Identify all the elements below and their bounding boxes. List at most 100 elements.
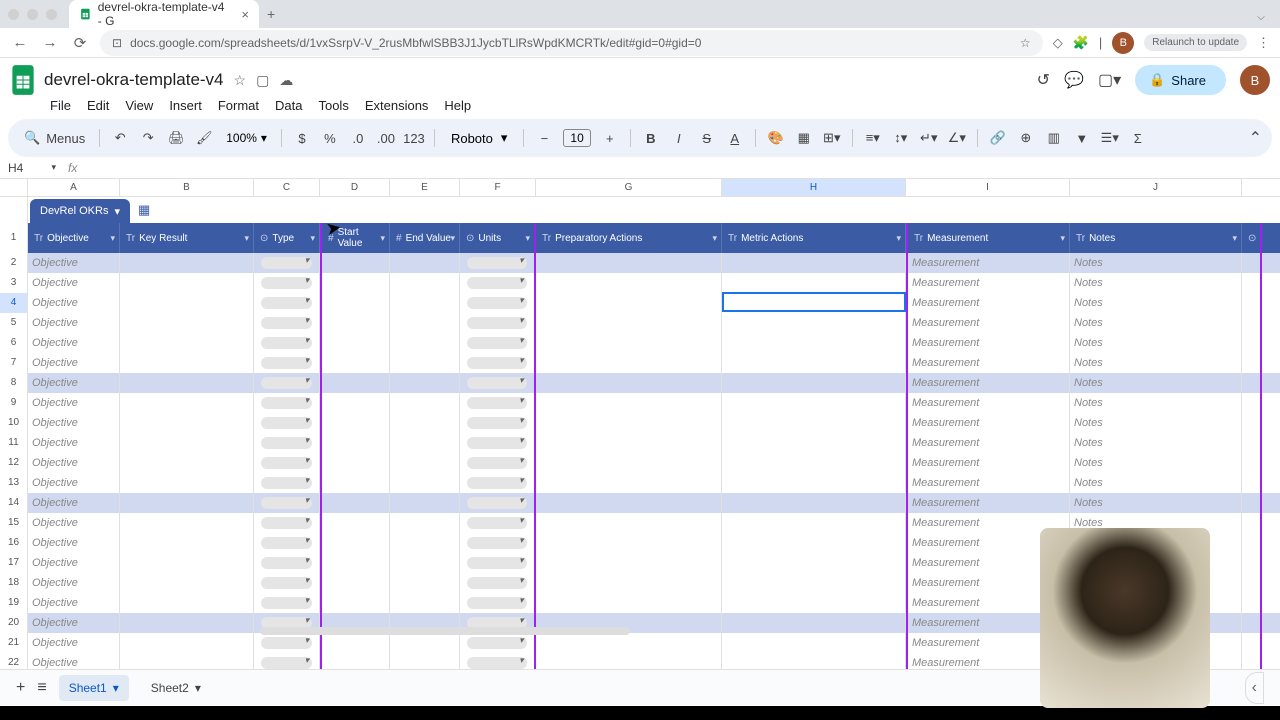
- cell-extra[interactable]: [1242, 553, 1262, 573]
- cell-end-value[interactable]: [390, 413, 460, 433]
- cell-type[interactable]: [254, 493, 320, 513]
- menu-extensions[interactable]: Extensions: [359, 96, 435, 115]
- cell-type[interactable]: [254, 573, 320, 593]
- comments-icon[interactable]: 💬: [1064, 70, 1084, 90]
- cell-preparatory[interactable]: [536, 553, 722, 573]
- header-type[interactable]: ⊙Type▾: [254, 223, 320, 253]
- cell-start-value[interactable]: [320, 633, 390, 653]
- cell-end-value[interactable]: [390, 293, 460, 313]
- row-header[interactable]: 20: [0, 613, 28, 633]
- back-button[interactable]: ←: [10, 34, 30, 51]
- cell-extra[interactable]: [1242, 453, 1262, 473]
- cell-key-result[interactable]: [120, 493, 254, 513]
- cell-extra[interactable]: [1242, 513, 1262, 533]
- relaunch-button[interactable]: Relaunch to update: [1144, 34, 1247, 51]
- cell-extra[interactable]: [1242, 253, 1262, 273]
- tab-close-icon[interactable]: ×: [241, 7, 249, 22]
- cell-metric[interactable]: [722, 353, 906, 373]
- row-header[interactable]: 18: [0, 573, 28, 593]
- cell-key-result[interactable]: [120, 553, 254, 573]
- cell-start-value[interactable]: [320, 253, 390, 273]
- cell-metric[interactable]: [722, 613, 906, 633]
- cell-metric[interactable]: [722, 433, 906, 453]
- cell-metric[interactable]: [722, 333, 906, 353]
- forward-button[interactable]: →: [40, 34, 60, 51]
- cell-start-value[interactable]: [320, 273, 390, 293]
- cell-end-value[interactable]: [390, 313, 460, 333]
- cell-units[interactable]: [460, 513, 536, 533]
- row-header[interactable]: 17: [0, 553, 28, 573]
- cell-type[interactable]: [254, 633, 320, 653]
- cell-extra[interactable]: [1242, 573, 1262, 593]
- cell-preparatory[interactable]: [536, 533, 722, 553]
- comment-button[interactable]: ⊕: [1014, 126, 1038, 150]
- cell-objective[interactable]: Objective: [28, 633, 120, 653]
- cell-metric[interactable]: [722, 253, 906, 273]
- merge-button[interactable]: ⊞▾: [820, 126, 844, 150]
- address-bar[interactable]: ⊡ docs.google.com/spreadsheets/d/1vxSsrp…: [100, 30, 1043, 56]
- bookmark-star-icon[interactable]: ☆: [1020, 36, 1031, 50]
- table-tab[interactable]: DevRel OKRs ▾: [30, 199, 130, 223]
- cell-type[interactable]: [254, 253, 320, 273]
- cell-key-result[interactable]: [120, 273, 254, 293]
- cell-objective[interactable]: Objective: [28, 433, 120, 453]
- redo-button[interactable]: ↷: [136, 126, 160, 150]
- cell-end-value[interactable]: [390, 253, 460, 273]
- header-measurement[interactable]: TrMeasurement▾: [906, 223, 1070, 253]
- cell-objective[interactable]: Objective: [28, 273, 120, 293]
- cell-measurement[interactable]: Measurement: [906, 433, 1070, 453]
- cell-start-value[interactable]: [320, 413, 390, 433]
- header-extra[interactable]: ⊙: [1242, 223, 1262, 253]
- cell-units[interactable]: [460, 333, 536, 353]
- cell-type[interactable]: [254, 553, 320, 573]
- cell-measurement[interactable]: Measurement: [906, 373, 1070, 393]
- cell-objective[interactable]: Objective: [28, 573, 120, 593]
- cell-units[interactable]: [460, 353, 536, 373]
- cell-preparatory[interactable]: [536, 353, 722, 373]
- cell-metric[interactable]: [722, 533, 906, 553]
- cell-preparatory[interactable]: [536, 273, 722, 293]
- cell-type[interactable]: [254, 433, 320, 453]
- more-formats-button[interactable]: 123: [402, 126, 426, 150]
- table-grid-icon[interactable]: ▦: [138, 202, 150, 218]
- cell-type[interactable]: [254, 293, 320, 313]
- cell-units[interactable]: [460, 373, 536, 393]
- cell-key-result[interactable]: [120, 253, 254, 273]
- cell-key-result[interactable]: [120, 333, 254, 353]
- cell-key-result[interactable]: [120, 453, 254, 473]
- cell-start-value[interactable]: [320, 313, 390, 333]
- extensions-icon[interactable]: 🧩: [1073, 35, 1089, 51]
- cell-extra[interactable]: [1242, 613, 1262, 633]
- menu-edit[interactable]: Edit: [81, 96, 115, 115]
- row-header[interactable]: 8: [0, 373, 28, 393]
- cell-measurement[interactable]: Measurement: [906, 453, 1070, 473]
- cell-extra[interactable]: [1242, 273, 1262, 293]
- cell-end-value[interactable]: [390, 493, 460, 513]
- cell-units[interactable]: [460, 553, 536, 573]
- menu-tools[interactable]: Tools: [312, 96, 354, 115]
- cell-end-value[interactable]: [390, 333, 460, 353]
- cell-end-value[interactable]: [390, 433, 460, 453]
- header-end-value[interactable]: #End Value▾: [390, 223, 460, 253]
- close-window[interactable]: [8, 9, 19, 20]
- cell-metric[interactable]: [722, 573, 906, 593]
- cell-start-value[interactable]: [320, 593, 390, 613]
- row-header[interactable]: 12: [0, 453, 28, 473]
- v-align-button[interactable]: ↕▾: [889, 126, 913, 150]
- cell-extra[interactable]: [1242, 293, 1262, 313]
- cell-key-result[interactable]: [120, 613, 254, 633]
- cell-objective[interactable]: Objective: [28, 593, 120, 613]
- decrease-decimal-button[interactable]: .0: [346, 126, 370, 150]
- cell-metric[interactable]: [722, 273, 906, 293]
- cell-end-value[interactable]: [390, 533, 460, 553]
- h-align-button[interactable]: ≡▾: [861, 126, 885, 150]
- cell-start-value[interactable]: [320, 493, 390, 513]
- cell-extra[interactable]: [1242, 433, 1262, 453]
- col-header-a[interactable]: A: [28, 179, 120, 196]
- cell-preparatory[interactable]: [536, 293, 722, 313]
- menus-search[interactable]: 🔍Menus: [18, 130, 91, 146]
- cell-objective[interactable]: Objective: [28, 353, 120, 373]
- cell-units[interactable]: [460, 633, 536, 653]
- doc-title[interactable]: devrel-okra-template-v4: [44, 70, 224, 90]
- cell-metric[interactable]: [722, 553, 906, 573]
